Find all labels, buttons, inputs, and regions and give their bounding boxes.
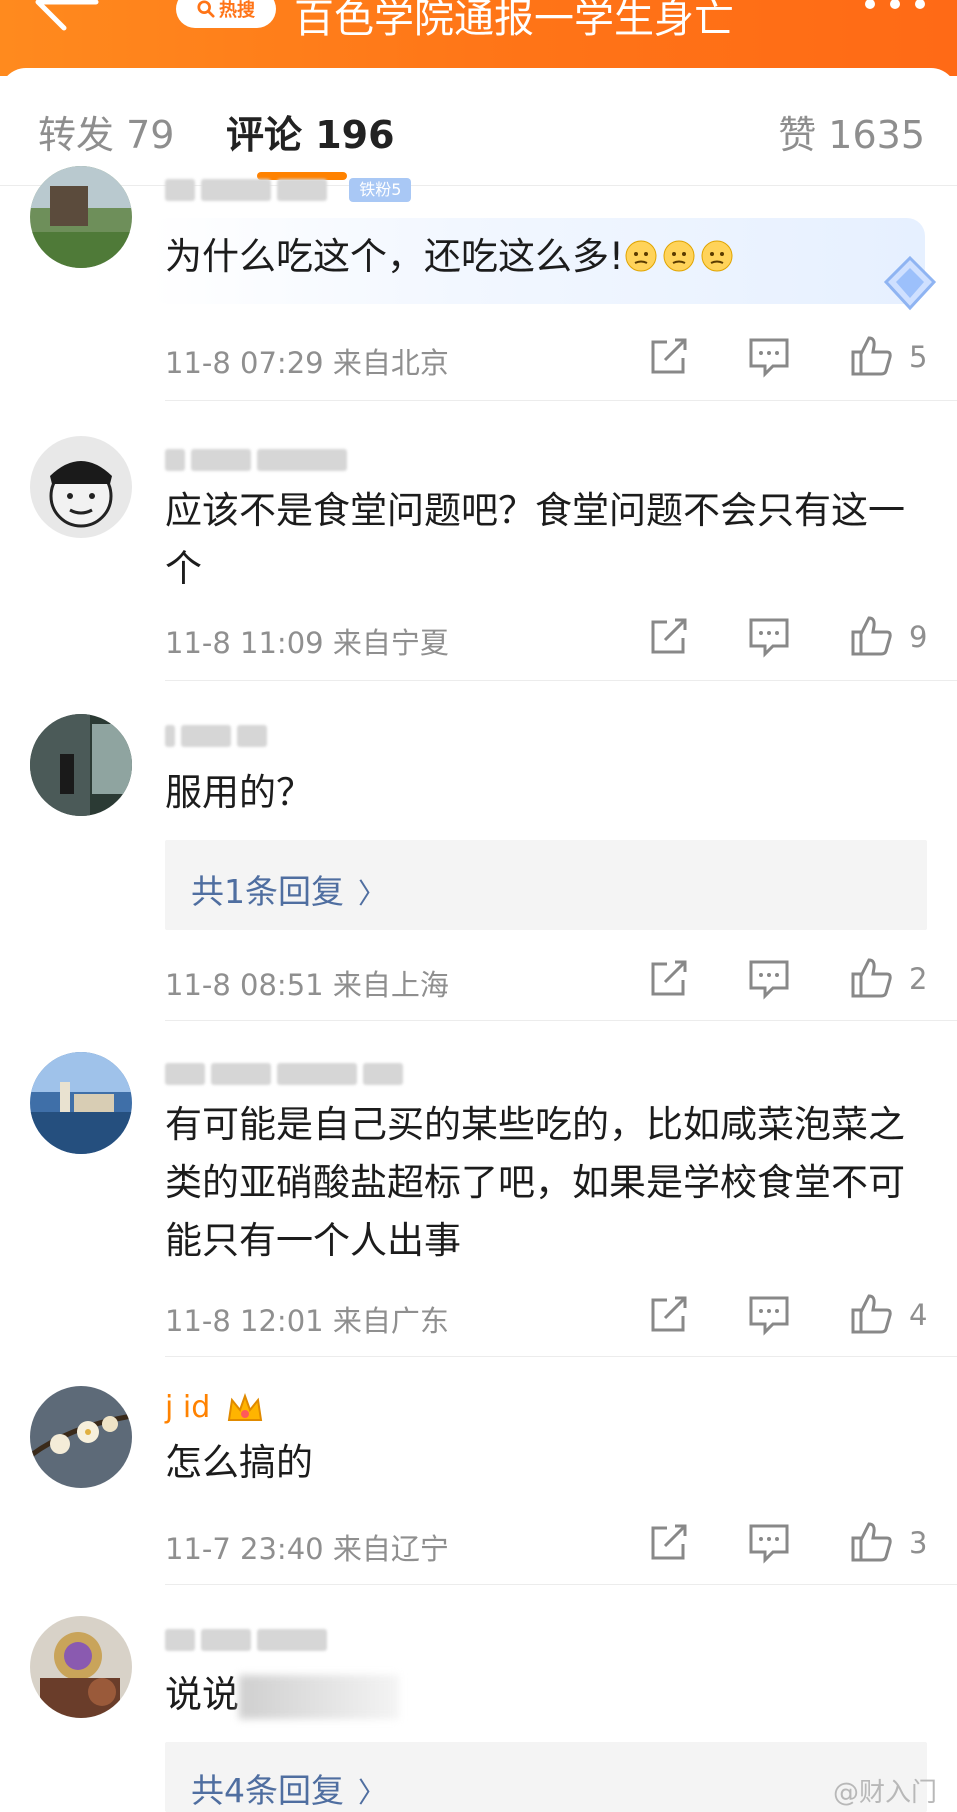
like-count: 4 [909,1298,928,1332]
divider [165,680,957,681]
avatar[interactable] [30,1052,132,1154]
crown-icon [227,1392,262,1421]
comment-meta: 11-8 11:09 来自宁夏 9 [165,614,935,664]
like-count: 2 [909,962,928,996]
comment-meta: 11-8 07:29 来自北京 5 [165,334,935,384]
like-count: 9 [909,620,928,654]
like-icon[interactable] [849,1292,893,1336]
avatar[interactable] [30,1616,132,1718]
comment-icon[interactable] [747,334,791,378]
tab-comments[interactable]: 评论 196 [226,104,395,159]
like-icon[interactable] [849,614,893,658]
like-count: 3 [909,1526,928,1560]
share-icon[interactable] [647,956,691,1000]
chevron-right-icon: 〉 [358,877,387,910]
comment-meta: 11-8 12:01 来自广东 4 [165,1292,935,1342]
avatar[interactable] [30,1386,132,1488]
comment-icon[interactable] [747,1520,791,1564]
hot-search-label: 热搜 [219,0,255,21]
tab-likes[interactable]: 赞 1635 [778,104,925,159]
divider [165,1020,957,1021]
comment-text: 应该不是食堂问题吧？食堂问题不会只有这一个 [165,489,905,590]
divider [165,400,957,401]
search-icon [197,0,215,18]
comment-icon[interactable] [747,956,791,1000]
hot-search-chip[interactable]: 热搜 [176,0,276,28]
divider [165,1356,957,1357]
comment-time-location: 11-8 08:51 来自上海 [165,968,449,1002]
comment-icon[interactable] [747,614,791,658]
username-blurred[interactable] [165,1624,333,1654]
comment-text: 为什么吃这个，还吃这么多! [165,228,935,286]
tab-bar: 转发 79 评论 196 赞 1635 [0,76,957,186]
comment-meta: 11-7 23:40 来自辽宁 3 [165,1520,935,1570]
tab-reposts[interactable]: 转发 79 [38,104,174,159]
share-icon[interactable] [647,1520,691,1564]
comment-icon[interactable] [747,1292,791,1336]
like-count: 5 [909,340,928,374]
share-icon[interactable] [647,334,691,378]
chevron-right-icon: 〉 [358,1776,387,1809]
username-blurred[interactable] [165,720,273,750]
comment-time-location: 11-8 11:09 来自宁夏 [165,626,449,660]
username-blurred[interactable]: 铁粉5 [165,174,412,204]
avatar[interactable] [30,436,132,538]
comment-time-location: 11-7 23:40 来自辽宁 [165,1532,449,1566]
like-icon[interactable] [849,334,893,378]
more-options-icon[interactable] [860,0,930,24]
comment-text: 有可能是自己买的某些吃的，比如咸菜泡菜之类的亚硝酸盐超标了吧，如果是学校食堂不可… [165,1103,905,1262]
username[interactable]: j id [165,1390,264,1425]
fan-level-badge: 铁粉5 [349,177,412,202]
blurred-text [239,1674,399,1719]
comment-time-location: 11-8 07:29 来自北京 [165,346,449,380]
username-blurred[interactable] [165,444,353,474]
comment-text: 怎么搞的 [165,1441,313,1484]
comment-text: 服用的？ [165,771,313,814]
like-icon[interactable] [849,956,893,1000]
reply-thread-link[interactable]: 共4条回复〉 [165,1742,927,1812]
avatar[interactable] [30,166,132,268]
username-blurred[interactable] [165,1058,409,1088]
page-title: 百色学院通报一学生身亡 [294,0,734,42]
comment-time-location: 11-8 12:01 来自广东 [165,1304,449,1338]
watermark: @财入门 [832,1778,937,1808]
comment-meta: 11-8 08:51 来自上海 2 [165,956,935,1006]
divider [165,1584,957,1585]
thinking-face-icon [663,240,695,272]
share-icon[interactable] [647,1292,691,1336]
back-arrow-icon[interactable] [30,0,100,40]
thinking-face-icon [625,240,657,272]
thinking-face-icon [701,240,733,272]
reply-thread-link[interactable]: 共1条回复〉 [165,840,927,930]
avatar[interactable] [30,714,132,816]
like-icon[interactable] [849,1520,893,1564]
comment-text: 说说 [165,1666,935,1724]
share-icon[interactable] [647,614,691,658]
